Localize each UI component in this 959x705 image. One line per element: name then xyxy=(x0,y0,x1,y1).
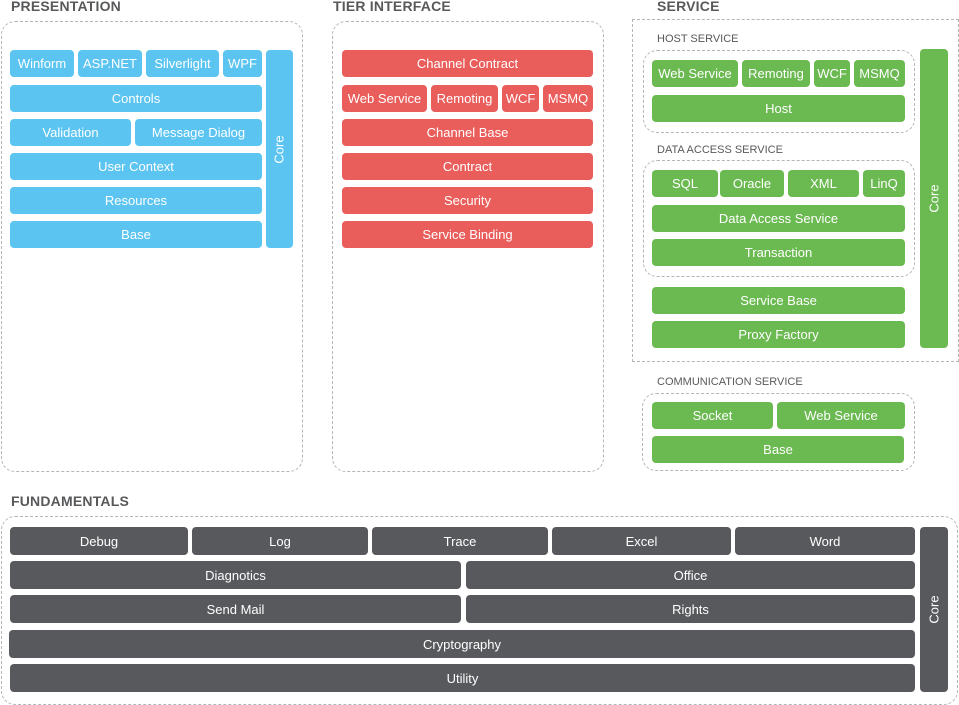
channel-base-block[interactable]: Channel Base xyxy=(342,119,593,146)
channel-contract-block[interactable]: Channel Contract xyxy=(342,50,593,77)
transaction-block[interactable]: Transaction xyxy=(652,239,905,266)
presentation-core-block[interactable]: Core xyxy=(266,50,293,248)
socket-block[interactable]: Socket xyxy=(652,402,773,429)
xml-block[interactable]: XML xyxy=(788,170,859,197)
communication-service-title: COMMUNICATION SERVICE xyxy=(657,376,803,388)
debug-block[interactable]: Debug xyxy=(10,527,188,555)
message-dialog-block[interactable]: Message Dialog xyxy=(135,119,262,146)
fundamentals-title: FUNDAMENTALS xyxy=(11,493,130,509)
host-service-title: HOST SERVICE xyxy=(657,33,739,45)
office-block[interactable]: Office xyxy=(466,561,915,589)
base-block[interactable]: Base xyxy=(10,221,262,248)
winform-block[interactable]: Winform xyxy=(10,50,74,77)
presentation-title: PRESENTATION xyxy=(11,0,121,14)
host-remoting-block[interactable]: Remoting xyxy=(742,60,810,87)
host-web-service-block[interactable]: Web Service xyxy=(652,60,738,87)
proxy-factory-block[interactable]: Proxy Factory xyxy=(652,321,905,348)
trace-block[interactable]: Trace xyxy=(372,527,548,555)
host-msmq-block[interactable]: MSMQ xyxy=(854,60,905,87)
rights-block[interactable]: Rights xyxy=(466,595,915,623)
send-mail-block[interactable]: Send Mail xyxy=(10,595,461,623)
log-block[interactable]: Log xyxy=(192,527,368,555)
linq-block[interactable]: LinQ xyxy=(863,170,905,197)
service-base-block[interactable]: Service Base xyxy=(652,287,905,314)
comm-base-block[interactable]: Base xyxy=(652,436,904,463)
validation-block[interactable]: Validation xyxy=(10,119,131,146)
tier-interface-title: TIER INTERFACE xyxy=(333,0,451,14)
service-core-block[interactable]: Core xyxy=(920,49,948,348)
core-label: Core xyxy=(926,184,942,213)
contract-block[interactable]: Contract xyxy=(342,153,593,180)
controls-block[interactable]: Controls xyxy=(10,85,262,112)
service-binding-block[interactable]: Service Binding xyxy=(342,221,593,248)
host-block[interactable]: Host xyxy=(652,95,905,122)
remoting-block[interactable]: Remoting xyxy=(431,85,498,112)
wcf-block[interactable]: WCF xyxy=(502,85,539,112)
core-label: Core xyxy=(272,134,287,164)
fundamentals-core-block[interactable]: Core xyxy=(920,527,948,692)
cryptography-block[interactable]: Cryptography xyxy=(9,630,915,658)
aspnet-block[interactable]: ASP.NET xyxy=(78,50,142,77)
word-block[interactable]: Word xyxy=(735,527,915,555)
core-label: Core xyxy=(926,595,942,624)
diagnotics-block[interactable]: Diagnotics xyxy=(10,561,461,589)
data-access-block[interactable]: Data Access Service xyxy=(652,205,905,232)
comm-web-service-block[interactable]: Web Service xyxy=(777,402,905,429)
utility-block[interactable]: Utility xyxy=(10,664,915,692)
silverlight-block[interactable]: Silverlight xyxy=(146,50,219,77)
service-title: SERVICE xyxy=(657,0,720,14)
web-service-block[interactable]: Web Service xyxy=(342,85,427,112)
security-block[interactable]: Security xyxy=(342,187,593,214)
data-access-service-title: DATA ACCESS SERVICE xyxy=(657,144,783,156)
host-wcf-block[interactable]: WCF xyxy=(814,60,850,87)
resources-block[interactable]: Resources xyxy=(10,187,262,214)
sql-block[interactable]: SQL xyxy=(652,170,718,197)
msmq-block[interactable]: MSMQ xyxy=(543,85,593,112)
excel-block[interactable]: Excel xyxy=(552,527,731,555)
oracle-block[interactable]: Oracle xyxy=(720,170,784,197)
wpf-block[interactable]: WPF xyxy=(223,50,262,77)
user-context-block[interactable]: User Context xyxy=(10,153,262,180)
